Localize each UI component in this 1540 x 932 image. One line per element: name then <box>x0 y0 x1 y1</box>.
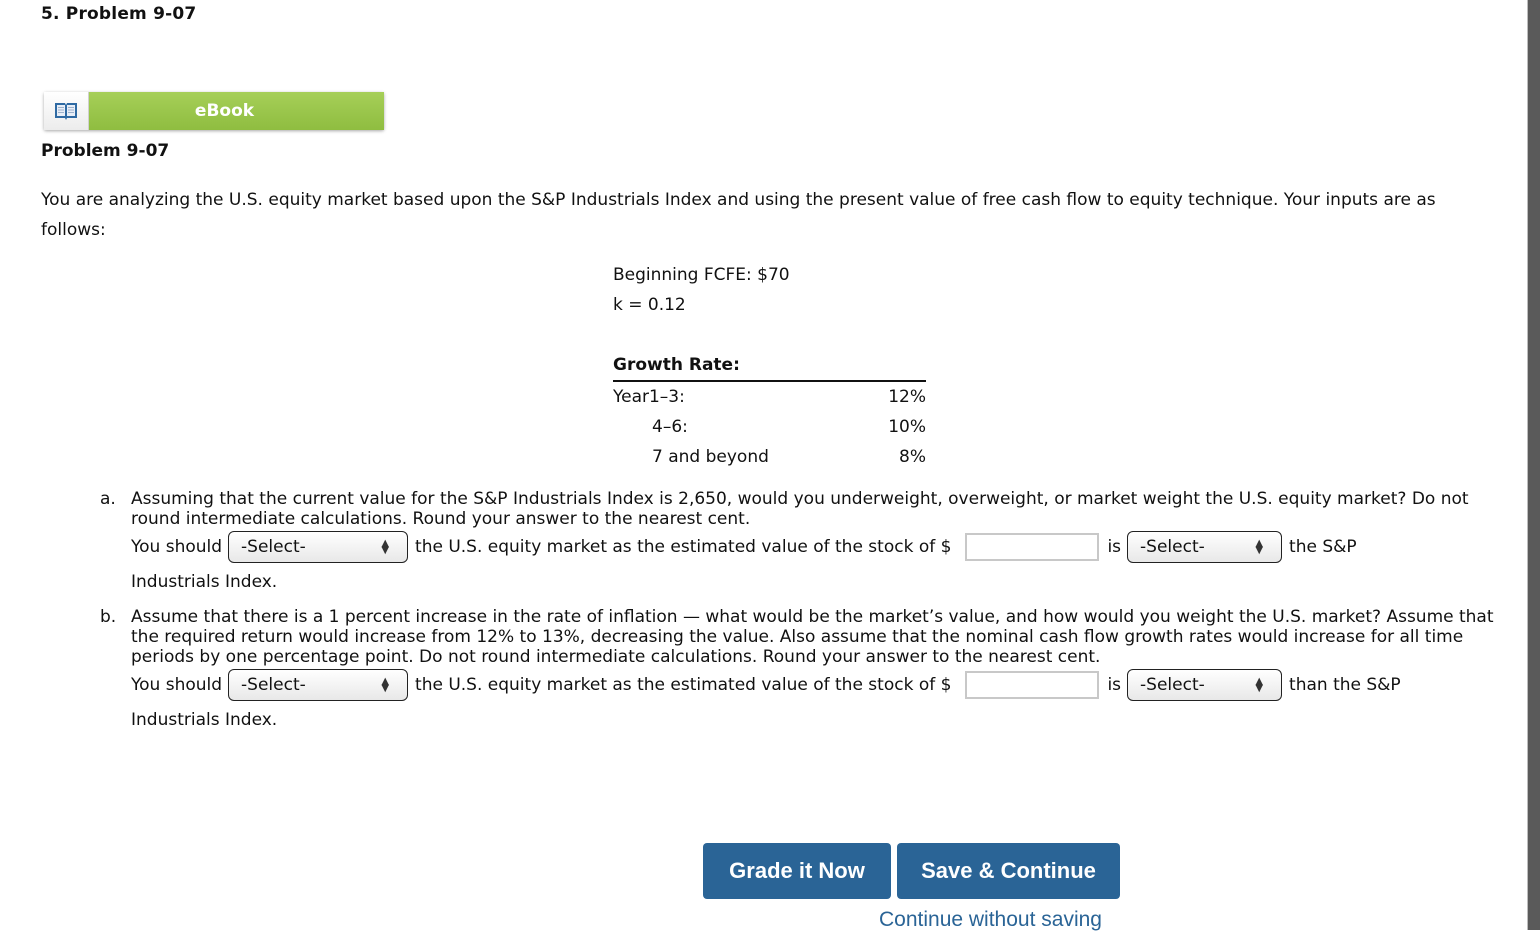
growth-row: 4–6: 10% <box>613 412 926 442</box>
inputs-block: Beginning FCFE: $70 k = 0.12 <box>613 260 790 320</box>
growth-row-value: 10% <box>888 417 926 437</box>
weight-select[interactable]: -Select- ▲ ▼ <box>228 531 409 563</box>
answer-middle-text: the U.S. equity market as the estimated … <box>415 675 952 695</box>
fcfe-input-text: Beginning FCFE: $70 <box>613 265 790 285</box>
growth-rate-heading: Growth Rate: <box>613 350 926 382</box>
comparison-select-value: -Select- <box>1140 675 1205 695</box>
ebook-label[interactable]: eBook <box>89 92 384 130</box>
growth-row: 7 and beyond 8% <box>613 442 926 472</box>
part-b: b. Assume that there is a 1 percent incr… <box>100 607 1500 733</box>
weight-select-value: -Select- <box>241 675 306 695</box>
growth-row-value: 12% <box>888 387 926 407</box>
part-b-question: Assume that there is a 1 percent increas… <box>131 607 1494 667</box>
estimated-value-input[interactable] <box>965 671 1100 699</box>
growth-row-label: Year1–3: <box>613 387 685 407</box>
grade-it-now-button[interactable]: Grade it Now <box>703 843 891 899</box>
estimated-value-input[interactable] <box>965 533 1100 561</box>
growth-rate-table: Growth Rate: Year1–3: 12% 4–6: 10% 7 and… <box>613 350 926 472</box>
answer-tail-text: Industrials Index. <box>131 572 278 592</box>
answer-after-text: the S&P <box>1289 537 1357 557</box>
part-a-answer-line: You should -Select- ▲ ▼ the U.S. equity m… <box>131 529 1500 565</box>
select-arrows-icon: ▲ ▼ <box>381 676 390 694</box>
you-should-label: You should <box>131 675 223 695</box>
is-label: is <box>1107 537 1122 557</box>
part-b-answer-line: You should -Select- ▲ ▼ the U.S. equity m… <box>131 667 1500 703</box>
growth-row: Year1–3: 12% <box>613 382 926 412</box>
comparison-select-value: -Select- <box>1140 537 1205 557</box>
continue-without-saving-link[interactable]: Continue without saving <box>879 908 1102 932</box>
save-and-continue-button[interactable]: Save & Continue <box>897 843 1120 899</box>
weight-select[interactable]: -Select- ▲ ▼ <box>228 669 409 701</box>
select-arrows-icon: ▲ ▼ <box>381 538 390 556</box>
growth-row-label: 7 and beyond <box>652 447 769 467</box>
open-book-icon <box>44 92 89 130</box>
intro-text: You are analyzing the U.S. equity market… <box>41 190 1436 240</box>
ebook-button[interactable]: eBook <box>44 92 384 130</box>
comparison-select[interactable]: -Select- ▲ ▼ <box>1127 531 1283 563</box>
scrollbar[interactable] <box>1527 0 1540 930</box>
is-label: is <box>1107 675 1122 695</box>
select-arrows-icon: ▲ ▼ <box>1255 676 1264 694</box>
problem-heading: Problem 9-07 <box>41 141 170 161</box>
comparison-select[interactable]: -Select- ▲ ▼ <box>1127 669 1283 701</box>
part-a-letter: a. <box>100 489 116 509</box>
question-title: 5. Problem 9-07 <box>41 4 197 24</box>
select-arrows-icon: ▲ ▼ <box>1255 538 1264 556</box>
growth-row-label: 4–6: <box>652 417 688 437</box>
k-input-text: k = 0.12 <box>613 295 686 315</box>
answer-middle-text: the U.S. equity market as the estimated … <box>415 537 952 557</box>
answer-after-text: than the S&P <box>1289 675 1401 695</box>
answer-tail-text: Industrials Index. <box>131 710 278 730</box>
part-b-letter: b. <box>100 607 117 627</box>
you-should-label: You should <box>131 537 223 557</box>
part-a: a. Assuming that the current value for t… <box>100 489 1500 595</box>
growth-row-value: 8% <box>899 447 926 467</box>
part-a-question: Assuming that the current value for the … <box>131 489 1469 529</box>
weight-select-value: -Select- <box>241 537 306 557</box>
